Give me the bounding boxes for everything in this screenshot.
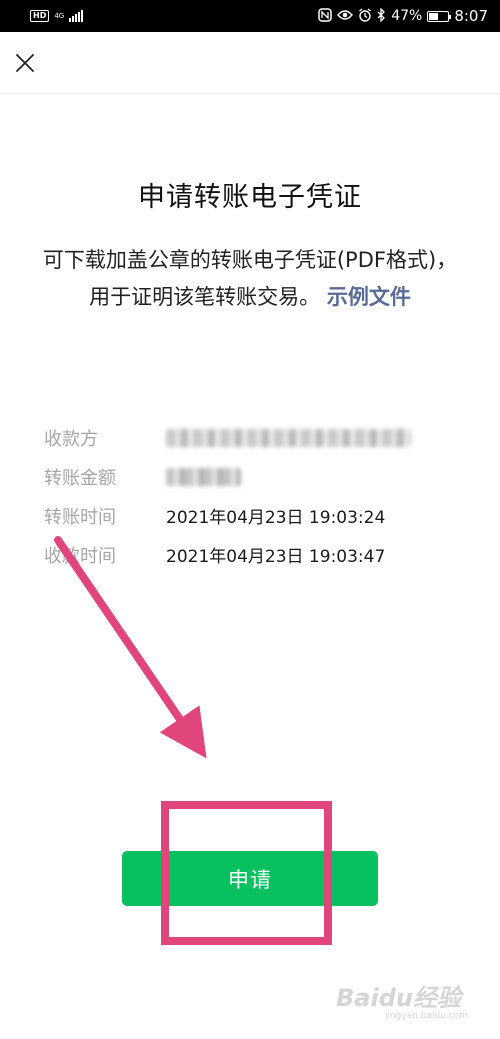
- network-label: 4G: [54, 11, 65, 20]
- example-file-link[interactable]: 示例文件: [327, 285, 411, 309]
- apply-button[interactable]: 申请: [122, 851, 378, 906]
- close-icon: [16, 54, 34, 72]
- detail-row-amount: 转账金额: [44, 457, 464, 496]
- page-title: 申请转账电子凭证: [138, 182, 362, 213]
- detail-row-receive-time: 收款时间 2021年04月23日 19:03:47: [44, 535, 464, 574]
- watermark-url: jingyan.baidu.com: [384, 1011, 468, 1021]
- status-bar: HD 4G 47% 8:07: [0, 0, 500, 32]
- eye-icon: [337, 9, 354, 24]
- watermark-logo: Baidu经验: [336, 984, 461, 1012]
- top-bar: [0, 32, 500, 94]
- network-type-label: 4G: [54, 11, 65, 20]
- battery-percent: 47%: [391, 8, 423, 24]
- watermark: Baidu经验 jingyan.baidu.com: [336, 985, 476, 1027]
- alarm-icon: [358, 7, 372, 25]
- status-time: 8:07: [454, 7, 488, 25]
- transfer-time-label: 转账时间: [44, 506, 116, 528]
- status-left: HD 4G: [30, 10, 84, 22]
- battery-icon: [427, 10, 452, 22]
- receive-time-label: 收款时间: [44, 545, 116, 567]
- payee-label: 收款方: [44, 428, 98, 450]
- signal-icon: [69, 10, 84, 22]
- detail-row-transfer-time: 转账时间 2021年04月23日 19:03:24: [44, 496, 464, 535]
- screen: HD 4G 47% 8:07 申请转账电子凭证 可下载加盖公章的转账电子凭证(P…: [0, 0, 500, 1039]
- detail-row-payee: 收款方: [44, 418, 464, 457]
- description: 可下载加盖公章的转账电子凭证(PDF格式)，用于证明该笔转账交易。 示例文件: [40, 242, 460, 316]
- nfc-icon: [318, 7, 332, 25]
- amount-value-blurred: [166, 467, 241, 486]
- amount-label: 转账金额: [44, 467, 116, 489]
- payee-value-blurred: [166, 428, 411, 447]
- hd-icon: HD: [30, 10, 50, 22]
- close-button[interactable]: [8, 46, 42, 80]
- receive-time-value: 2021年04月23日 19:03:47: [166, 547, 386, 567]
- transfer-time-value: 2021年04月23日 19:03:24: [166, 508, 386, 528]
- bluetooth-icon: [377, 6, 386, 25]
- transfer-details: 收款方 转账金额 转账时间 2021年04月23日 19:03:24 收款时间 …: [44, 418, 464, 574]
- battery-fill: [429, 12, 438, 20]
- status-right: 47% 8:07: [318, 6, 488, 25]
